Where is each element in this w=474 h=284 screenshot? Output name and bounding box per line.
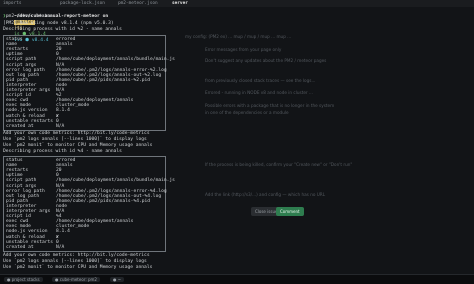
process-row: created at N/A xyxy=(6,124,64,130)
taskbar-item[interactable]: ● ~ xyxy=(110,277,125,282)
tab-imports[interactable]: imports xyxy=(3,1,22,7)
taskbar-item[interactable]: ● cube-meteor: pm2 xyxy=(52,277,100,282)
taskbar-item[interactable]: ● project stacks xyxy=(4,277,43,282)
terminal-window[interactable]: imports package-lock.json pm2-meteor.jso… xyxy=(0,0,474,274)
command-text: pm2-meteor status xyxy=(5,14,53,19)
output-line: Describing process with id %2 - name ann… xyxy=(3,27,122,32)
process-value: N/A xyxy=(56,123,65,129)
process-value: /home/cube/.pm2/pids/annals-%2.pid xyxy=(56,77,151,83)
terminal-tab-bar: imports package-lock.json pm2-meteor.jso… xyxy=(0,0,474,7)
output-line: Use `pm2 monit` to monitor CPU and Memor… xyxy=(3,265,153,270)
process-value: /home/cube/deployment/annals/bundle/main… xyxy=(56,57,175,63)
process-key: created at xyxy=(6,123,34,129)
command-line: ❯pm2-meteor status xyxy=(3,14,53,19)
process-key: created at xyxy=(6,244,34,250)
tab-server[interactable]: server xyxy=(172,1,188,7)
output-line: Describing process with id %4 - name ann… xyxy=(3,149,122,154)
tab-package-lock[interactable]: package-lock.json xyxy=(60,1,105,7)
process-value: N/A xyxy=(56,244,65,250)
process-value: /home/cube/.pm2/pids/annals-%4.pid xyxy=(56,198,151,204)
process-value: /home/cube/deployment/annals/bundle/main… xyxy=(56,178,175,184)
process-row: created at N/A xyxy=(6,245,64,251)
tab-pm2-meteor[interactable]: pm2-meteor.json xyxy=(118,1,158,7)
